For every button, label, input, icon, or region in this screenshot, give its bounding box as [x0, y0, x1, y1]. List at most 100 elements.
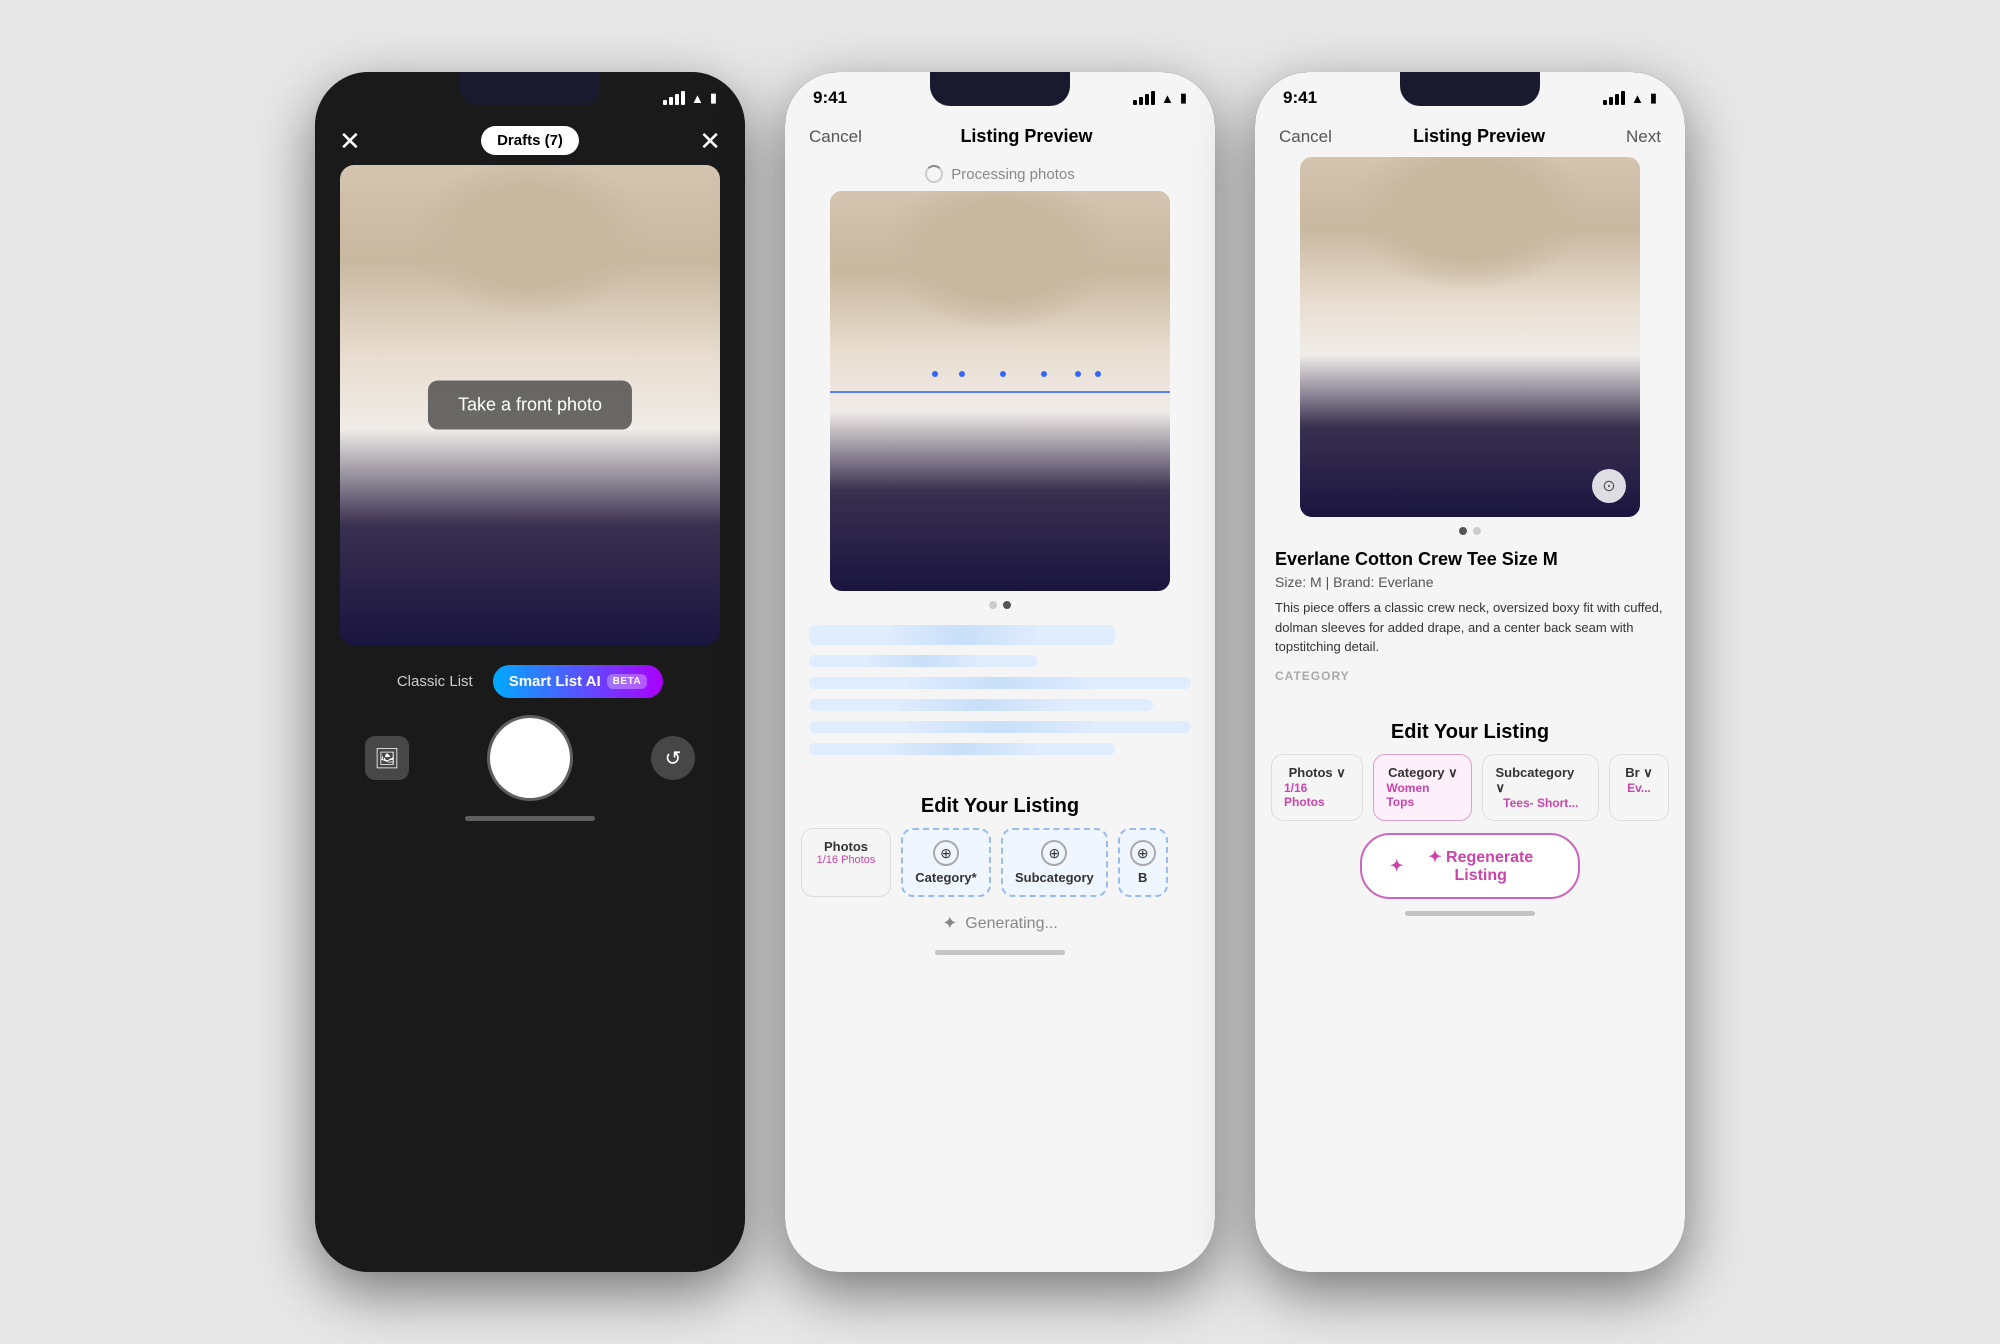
regenerate-label: ✦ Regenerate Listing — [1411, 847, 1550, 885]
beta-badge: BETA — [607, 674, 647, 689]
wifi-icon-3: ▲ — [1631, 91, 1644, 106]
status-icons-3: ▲ ▮ — [1603, 90, 1657, 106]
classic-mode-label[interactable]: Classic List — [397, 673, 473, 690]
edit-tabs-3: Photos ∨ 1/16 Photos Category ∨ Women To… — [1255, 754, 1685, 821]
category-label: CATEGORY — [1275, 669, 1665, 683]
photo-bg-3 — [1300, 157, 1640, 517]
processing-status: Processing photos — [785, 157, 1215, 191]
edit-photo-icon[interactable]: ⊙ — [1592, 469, 1626, 503]
nav-title-3: Listing Preview — [1413, 126, 1545, 147]
photo-area-3: ⊙ — [1255, 157, 1685, 535]
mode-selector: Classic List Smart List AI BETA — [315, 665, 745, 698]
skeleton-desc-4 — [809, 743, 1115, 755]
dot-3-1 — [1459, 527, 1467, 535]
tab-subcategory-icon-2: ⊕ — [1041, 840, 1067, 866]
flip-icon: ↺ — [665, 746, 682, 771]
status-time-3: 9:41 — [1283, 88, 1317, 108]
tab-subcategory-val-3: Tees- Short... — [1503, 796, 1578, 810]
tab-brand-2[interactable]: ⊕ B — [1118, 828, 1168, 897]
camera-controls: 🖼 ↺ — [315, 708, 745, 808]
tab-category-2[interactable]: ⊕ Category* — [901, 828, 991, 897]
home-indicator-2 — [935, 950, 1065, 955]
nav-bar-3: Cancel Listing Preview Next — [1255, 116, 1685, 157]
dot-2 — [1003, 601, 1011, 609]
photo-dots-3 — [1255, 527, 1685, 535]
dot-3-2 — [1473, 527, 1481, 535]
cancel-button-3[interactable]: Cancel — [1279, 127, 1332, 147]
home-indicator-1 — [465, 816, 595, 821]
cancel-button-2[interactable]: Cancel — [809, 127, 862, 147]
gallery-icon: 🖼 — [374, 746, 399, 771]
tab-photos-val-3: 1/16 Photos — [1284, 781, 1350, 809]
tab-category-3[interactable]: Category ∨ Women Tops — [1373, 754, 1472, 821]
regen-star-icon: ✦ — [1390, 856, 1403, 876]
tab-photos-label-2: Photos — [824, 839, 868, 854]
notch-2 — [930, 72, 1070, 106]
listing-info: Everlane Cotton Crew Tee Size M Size: M … — [1255, 535, 1685, 707]
edit-tabs-2: Photos 1/16 Photos ⊕ Category* ⊕ Subcate… — [785, 828, 1215, 897]
wifi-icon-2: ▲ — [1161, 91, 1174, 106]
gallery-button[interactable]: 🖼 — [365, 736, 409, 780]
edit-listing-title-3: Edit Your Listing — [1255, 707, 1685, 754]
wifi-icon: ▲ — [691, 91, 704, 106]
tab-photos-value-2: 1/16 Photos — [817, 854, 876, 866]
smart-mode-button[interactable]: Smart List AI BETA — [493, 665, 663, 698]
signal-bars — [663, 91, 685, 105]
listing-photo-3: ⊙ — [1300, 157, 1640, 517]
status-icons-1: ▲ ▮ — [663, 90, 717, 106]
next-button-3[interactable]: Next — [1626, 127, 1661, 147]
tab-category-label-2: Category* — [915, 870, 976, 885]
battery-icon: ▮ — [710, 90, 717, 106]
edit-listing-title-2: Edit Your Listing — [785, 781, 1215, 828]
camera-header: ✕ Drafts (7) ✕ — [315, 116, 745, 165]
tab-brand-val-3: Ev... — [1627, 781, 1651, 795]
signal-bars-3 — [1603, 91, 1625, 105]
battery-icon-3: ▮ — [1650, 90, 1657, 106]
status-time-2: 9:41 — [813, 88, 847, 108]
skeleton-desc-3 — [809, 721, 1191, 733]
regenerate-button[interactable]: ✦ ✦ Regenerate Listing — [1360, 833, 1580, 899]
smart-mode-label: Smart List AI — [509, 673, 601, 690]
skeleton-desc-1 — [809, 677, 1191, 689]
signal-bars-2 — [1133, 91, 1155, 105]
tab-subcategory-2[interactable]: ⊕ Subcategory — [1001, 828, 1108, 897]
battery-icon-2: ▮ — [1180, 90, 1187, 106]
tab-brand-3[interactable]: Br ∨ Ev... — [1609, 754, 1669, 821]
listing-meta: Size: M | Brand: Everlane — [1275, 574, 1665, 590]
generating-text: Generating... — [965, 915, 1058, 933]
tab-photos-label-3: Photos ∨ — [1289, 765, 1346, 781]
photo-dots-2 — [785, 601, 1215, 609]
tab-category-icon-2: ⊕ — [933, 840, 959, 866]
tab-category-label-3: Category ∨ — [1388, 765, 1457, 781]
listing-photo-2 — [830, 191, 1170, 591]
dot-1 — [989, 601, 997, 609]
skeleton-title — [809, 625, 1115, 645]
tab-subcategory-3[interactable]: Subcategory ∨ Tees- Short... — [1482, 754, 1599, 821]
tab-category-val-3: Women Tops — [1386, 781, 1459, 809]
listing-title: Everlane Cotton Crew Tee Size M — [1275, 549, 1665, 570]
tab-photos-3[interactable]: Photos ∨ 1/16 Photos — [1271, 754, 1363, 821]
tab-subcategory-label-2: Subcategory — [1015, 870, 1094, 885]
skeleton-meta — [809, 655, 1038, 667]
tab-brand-label-3: Br ∨ — [1625, 765, 1653, 781]
tab-brand-label-2: B — [1138, 870, 1147, 885]
tab-photos-2[interactable]: Photos 1/16 Photos — [801, 828, 891, 897]
close-button[interactable]: ✕ — [339, 128, 361, 154]
phone-1: ▲ ▮ ✕ Drafts (7) ✕ Take a front photo Cl… — [315, 72, 745, 1272]
camera-viewfinder: Take a front photo — [340, 165, 720, 645]
drafts-badge[interactable]: Drafts (7) — [481, 126, 579, 155]
nav-bar-2: Cancel Listing Preview — [785, 116, 1215, 157]
shutter-button[interactable] — [490, 718, 570, 798]
tab-brand-icon-2: ⊕ — [1130, 840, 1156, 866]
photo-prompt: Take a front photo — [428, 381, 632, 430]
tab-subcategory-label-3: Subcategory ∨ — [1495, 765, 1586, 796]
skeleton-content — [785, 609, 1215, 781]
processing-text: Processing photos — [951, 166, 1074, 183]
phone-3: 9:41 ▲ ▮ Cancel Listing Preview Next ⊙ — [1255, 72, 1685, 1272]
skeleton-desc-2 — [809, 699, 1153, 711]
notch-3 — [1400, 72, 1540, 106]
scan-line — [830, 391, 1170, 393]
flip-camera-button[interactable]: ↺ — [651, 736, 695, 780]
flash-button[interactable]: ✕ — [699, 128, 721, 154]
nav-title-2: Listing Preview — [960, 126, 1092, 147]
